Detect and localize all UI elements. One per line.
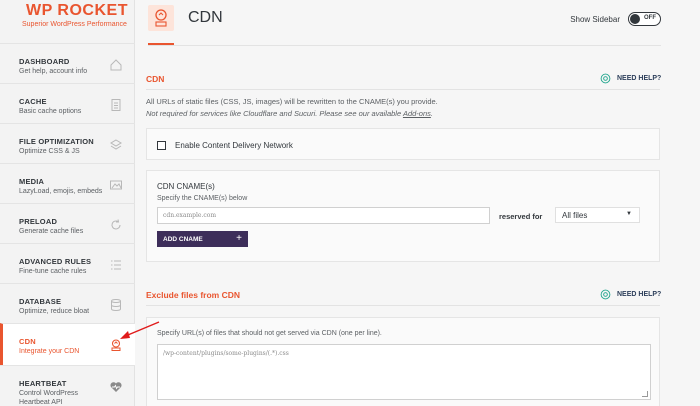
sidebar-item-advanced-rules[interactable]: ADVANCED RULES Fine-tune cache rules — [0, 243, 135, 283]
logo-text: WP ROCKET — [26, 2, 128, 19]
page-header: CDN Show Sidebar OFF — [135, 0, 700, 46]
sidebar-item-title: DASHBOARD — [19, 57, 70, 66]
sidebar-item-desc: Fine-tune cache rules — [19, 268, 87, 275]
document-icon — [111, 99, 121, 111]
toggle-knob — [630, 14, 640, 24]
sidebar-item-title: PRELOAD — [19, 217, 58, 226]
exclude-description: Specify URL(s) of files that should not … — [157, 330, 382, 337]
section-divider — [146, 89, 660, 90]
sidebar-item-desc: Optimize CSS & JS — [19, 148, 80, 155]
logo-tagline: Superior WordPress Performance — [22, 21, 127, 28]
sidebar-item-file-optimization[interactable]: FILE OPTIMIZATION Optimize CSS & JS — [0, 123, 135, 163]
sidebar-item-desc: Generate cache files — [19, 228, 84, 235]
database-icon — [111, 299, 121, 311]
add-cname-label: ADD CNAME — [163, 236, 203, 243]
cname-input[interactable]: cdn.example.com — [157, 207, 490, 224]
sidebar-item-title: FILE OPTIMIZATION — [19, 137, 94, 146]
sidebar: WP ROCKET Superior WordPress Performance… — [0, 0, 135, 406]
sidebar-item-dashboard[interactable]: DASHBOARD Get help, account info — [0, 43, 135, 83]
sidebar-item-title: DATABASE — [19, 297, 62, 306]
sidebar-item-title: CDN — [19, 337, 36, 346]
image-icon — [110, 180, 122, 190]
sidebar-item-desc: Basic cache options — [19, 108, 82, 115]
refresh-icon — [111, 219, 121, 230]
reserved-for-label: reserved for — [499, 212, 543, 221]
sidebar-item-desc: Control WordPress Heartbeat API — [19, 390, 79, 406]
reserved-for-value: All files — [562, 211, 588, 220]
sidebar-item-title: HEARTBEAT — [19, 379, 67, 388]
logo[interactable]: WP ROCKET Superior WordPress Performance — [0, 0, 135, 42]
cdn-badge-icon — [148, 5, 174, 31]
help-icon[interactable] — [600, 73, 611, 84]
section-title-exclude: Exclude files from CDN — [146, 290, 240, 300]
sidebar-item-preload[interactable]: PRELOAD Generate cache files — [0, 203, 135, 243]
sidebar-item-desc: Optimize, reduce bloat — [19, 308, 90, 315]
cname-heading: CDN CNAME(s) — [157, 182, 215, 191]
header-divider — [148, 45, 661, 46]
cdn-icon — [111, 339, 121, 351]
resize-handle[interactable] — [642, 391, 648, 397]
page-title: CDN — [188, 9, 223, 26]
section-title-cdn: CDN — [146, 74, 165, 84]
layers-icon — [110, 139, 122, 150]
enable-cdn-label[interactable]: Enable Content Delivery Network — [175, 141, 293, 150]
plus-icon: + — [236, 233, 242, 244]
exclude-files-textarea[interactable]: /wp-content/plugins/some-plugins/(.*).cs… — [157, 344, 651, 400]
sidebar-item-cache[interactable]: CACHE Basic cache options — [0, 83, 135, 123]
sidebar-item-desc: Get help, account info — [19, 68, 88, 75]
list-icon — [111, 260, 121, 270]
sidebar-item-title: ADVANCED RULES — [19, 257, 92, 266]
sidebar-item-heartbeat[interactable]: HEARTBEAT Control WordPress Heartbeat AP… — [0, 365, 135, 406]
sidebar-item-desc: Integrate your CDN — [19, 348, 80, 355]
sidebar-item-title: MEDIA — [19, 177, 45, 186]
sidebar-item-cdn[interactable]: CDN Integrate your CDN — [0, 323, 135, 365]
help-icon[interactable] — [600, 289, 611, 300]
cname-subheading: Specify the CNAME(s) below — [157, 195, 248, 202]
add-cname-button[interactable]: ADD CNAME + — [157, 231, 248, 247]
toggle-state-label: OFF — [644, 15, 656, 21]
show-sidebar-label: Show Sidebar — [570, 15, 620, 24]
sidebar-item-desc: LazyLoad, emojis, embeds — [19, 188, 103, 195]
heart-icon — [110, 382, 122, 392]
sidebar-item-title: CACHE — [19, 97, 47, 106]
cdn-description: All URLs of static files (CSS, JS, image… — [146, 97, 438, 106]
exclude-placeholder: /wp-content/plugins/some-plugins/(.*).cs… — [163, 350, 289, 357]
sidebar-item-database[interactable]: DATABASE Optimize, reduce bloat — [0, 283, 135, 323]
cdn-note-suffix: . — [430, 109, 433, 118]
need-help-link[interactable]: NEED HELP? — [617, 291, 661, 298]
show-sidebar-toggle[interactable]: OFF — [628, 12, 661, 26]
cdn-note-text: Not required for services like Cloudflar… — [146, 109, 403, 118]
sidebar-item-media[interactable]: MEDIA LazyLoad, emojis, embeds — [0, 163, 135, 203]
addons-link[interactable]: Add-ons — [403, 109, 431, 118]
home-icon — [110, 59, 122, 71]
enable-cdn-card: Enable Content Delivery Network — [146, 128, 660, 160]
need-help-link[interactable]: NEED HELP? — [617, 75, 661, 82]
reserved-for-select[interactable]: All files ▼ — [555, 207, 640, 223]
section-divider — [146, 305, 660, 306]
enable-cdn-checkbox[interactable] — [157, 141, 166, 150]
exclude-files-card: Specify URL(s) of files that should not … — [146, 317, 660, 406]
chevron-down-icon: ▼ — [626, 211, 632, 217]
cdn-note: Not required for services like Cloudflar… — [146, 109, 433, 118]
cdn-cname-card: CDN CNAME(s) Specify the CNAME(s) below … — [146, 170, 660, 262]
